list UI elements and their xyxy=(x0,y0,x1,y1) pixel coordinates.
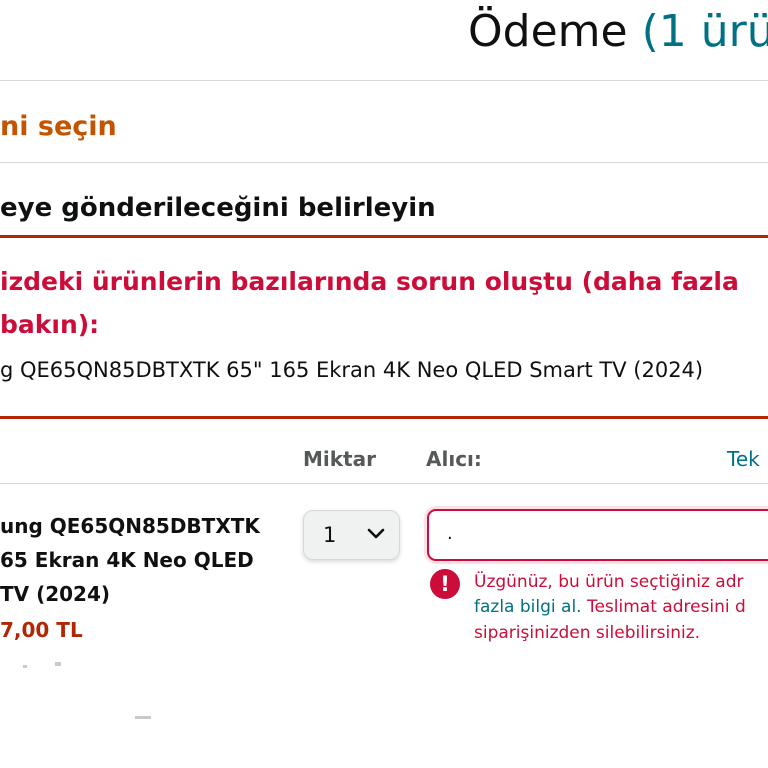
error-message-line-2-text: Teslimat adresini d xyxy=(581,597,746,617)
step-shipping-title: eye gönderileceğini belirleyin xyxy=(0,193,436,223)
error-message-line-2: fazla bilgi al. Teslimat adresini d xyxy=(474,594,746,620)
exclamation-circle-icon: ! xyxy=(430,569,460,599)
chevron-down-icon xyxy=(367,528,385,539)
product-name-line-2: 65 Ekran 4K Neo QLED xyxy=(0,548,254,572)
recipient-select[interactable] xyxy=(427,509,768,561)
page-title: Ödeme (1 ürün xyxy=(468,4,768,60)
error-alert-box xyxy=(0,235,768,419)
product-price: 7,00 TL xyxy=(0,618,83,642)
alert-item-name: g QE65QN85DBTXTK 65" 165 Ekran 4K Neo QL… xyxy=(0,358,704,382)
step-address-title[interactable]: ni seçin xyxy=(0,109,117,145)
alert-heading-line-1: izdeki ürünlerin bazılarında sorun oluşt… xyxy=(0,267,739,296)
table-header-divider xyxy=(0,483,768,484)
product-name-line-1: ung QE65QN85DBTXTK xyxy=(0,514,260,538)
recipient-column-header: Alıcı: xyxy=(426,447,482,471)
alert-heading-line-2: bakın): xyxy=(0,310,100,339)
page-title-text: Ödeme xyxy=(468,6,628,57)
header-link[interactable]: Tek xyxy=(727,444,760,474)
speckle xyxy=(135,716,151,719)
product-name-line-3: TV (2024) xyxy=(0,582,111,606)
speckle xyxy=(23,665,27,668)
quantity-value: 1 xyxy=(323,523,337,547)
step-divider xyxy=(0,162,768,163)
recipient-value: . xyxy=(447,523,453,544)
more-info-link[interactable]: fazla bilgi al. xyxy=(474,597,582,617)
speckle xyxy=(55,662,61,666)
quantity-column-header: Miktar xyxy=(303,447,376,471)
error-message-line-3: siparişinizden silebilirsiniz. xyxy=(474,623,701,643)
item-count-link[interactable]: (1 ürün xyxy=(642,6,768,57)
error-message-line-1: Üzgünüz, bu ürün seçtiğiniz adr xyxy=(474,572,744,592)
